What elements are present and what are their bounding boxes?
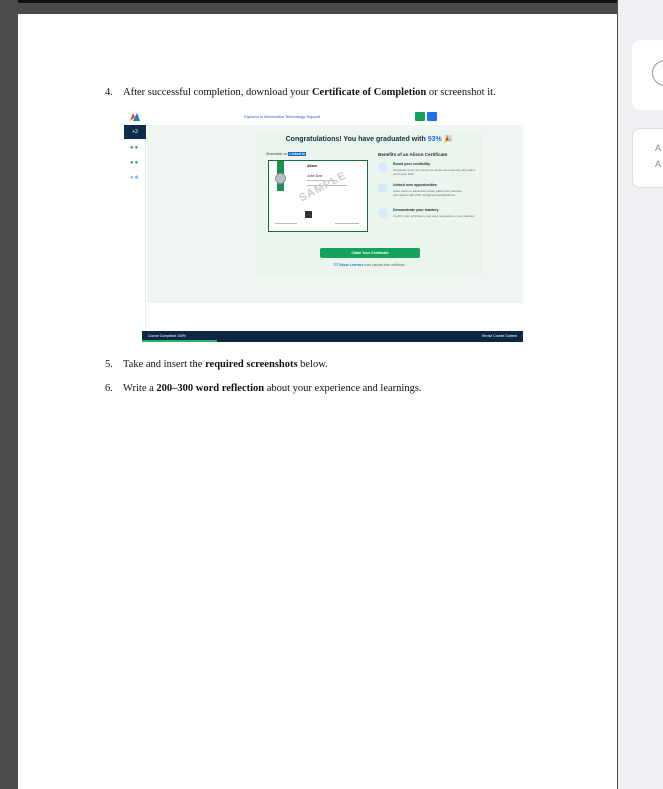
screenshot-sidebar: +3 ●● ●● ●■ [124, 123, 146, 331]
mastery-icon [378, 208, 388, 218]
sidebar-tab[interactable]: +3 [124, 125, 146, 139]
credibility-icon [378, 162, 388, 172]
share-row: Shareable on Linked in [266, 152, 307, 156]
side-panel [618, 0, 663, 789]
congrats-card: Congratulations! You have graduated with… [256, 130, 482, 278]
step-number: 6. [105, 383, 113, 394]
alison-logo-icon [130, 113, 140, 121]
benefit-desc: Confirm your proficiency and stay compet… [393, 214, 476, 218]
signature-line [275, 223, 297, 224]
cert-title: Alison [307, 164, 318, 168]
certificate-preview: Alison John Doe SAMPLE [268, 160, 368, 232]
sidebar-dots-3: ●■ [130, 175, 140, 181]
revise-course-button[interactable]: Revise Course Content [482, 334, 517, 338]
benefits-title: Benefits of an Alison Certificate [378, 152, 448, 157]
sidebar-dots: ●● [130, 145, 140, 151]
sidebar-dots-2: ●● [130, 160, 140, 166]
learners-count: 777 Alison Learners [333, 263, 364, 267]
step-bold: required screenshots [205, 359, 298, 370]
benefit-title: Boost your credibility [393, 162, 430, 166]
step-bold: 200–300 word reflection [156, 383, 265, 394]
side-card[interactable] [632, 40, 663, 110]
side-card-2[interactable]: A A [632, 128, 663, 188]
notes-button[interactable] [415, 112, 425, 121]
step-text-end: about your experience and learnings. [264, 383, 422, 394]
step-5: 5. Take and insert the required screensho… [105, 359, 328, 370]
step-text: Take and insert the [123, 359, 206, 370]
side-card-text-2: A [655, 159, 662, 169]
progress-bar [142, 340, 217, 342]
step-text-end: or screenshot it. [426, 87, 496, 98]
step-6: 6. Write a 200–300 word reflection about … [105, 383, 422, 394]
step-bold: Certificate of Completion [311, 87, 427, 98]
sample-stamp: SAMPLE [297, 169, 349, 205]
step-number: 5. [105, 359, 113, 370]
congrats-title: Congratulations! You have graduated with… [285, 136, 453, 143]
score: 93% [427, 136, 442, 143]
share-label: Shareable on [266, 152, 288, 156]
step-number: 4. [105, 87, 113, 98]
course-footer: Course Completed 100% Revise Course Cont… [142, 331, 523, 342]
certificate-screenshot: Diploma in Information Technology Suppor… [124, 111, 523, 342]
step-text-end: below. [297, 359, 328, 370]
cert-name: John Doe [307, 174, 323, 178]
screenshot-header: Diploma in Information Technology Suppor… [124, 111, 523, 123]
benefit-title: Unlock new opportunities [393, 183, 437, 187]
congrats-text: Congratulations! You have graduated with [285, 136, 428, 143]
document-page: 4. After successful completion, download … [18, 14, 617, 789]
rocket-icon [378, 183, 388, 193]
course-completed-label: Course Completed 100% [148, 334, 186, 338]
benefit-desc: Showcase your commitment to continuous l… [393, 168, 475, 177]
learners-suffix: have claimed their certificate [363, 263, 405, 267]
signature-line-2 [335, 223, 359, 224]
learners-note: 777 Alison Learners have claimed their c… [256, 263, 482, 267]
step-4: 4. After successful completion, download … [105, 87, 496, 98]
benefit-title: Demonstrate your mastery [393, 208, 439, 212]
qr-code-icon [305, 211, 312, 218]
step-text: After successful completion, download yo… [123, 87, 312, 98]
circle-icon [652, 60, 663, 86]
linkedin-icon[interactable]: Linked in [288, 152, 307, 156]
top-bar [18, 0, 617, 3]
step-text: Write a [123, 383, 157, 394]
side-card-text: A [655, 143, 662, 153]
medal-icon [275, 173, 286, 184]
games-button[interactable] [427, 112, 437, 121]
benefit-desc: Open doors to advanced career paths and … [393, 189, 462, 198]
screenshot-main: Congratulations! You have graduated with… [147, 125, 523, 303]
claim-certificate-button[interactable]: Claim Your Certificate [320, 248, 420, 258]
breadcrumb[interactable]: Diploma in Information Technology Suppor… [244, 114, 320, 119]
